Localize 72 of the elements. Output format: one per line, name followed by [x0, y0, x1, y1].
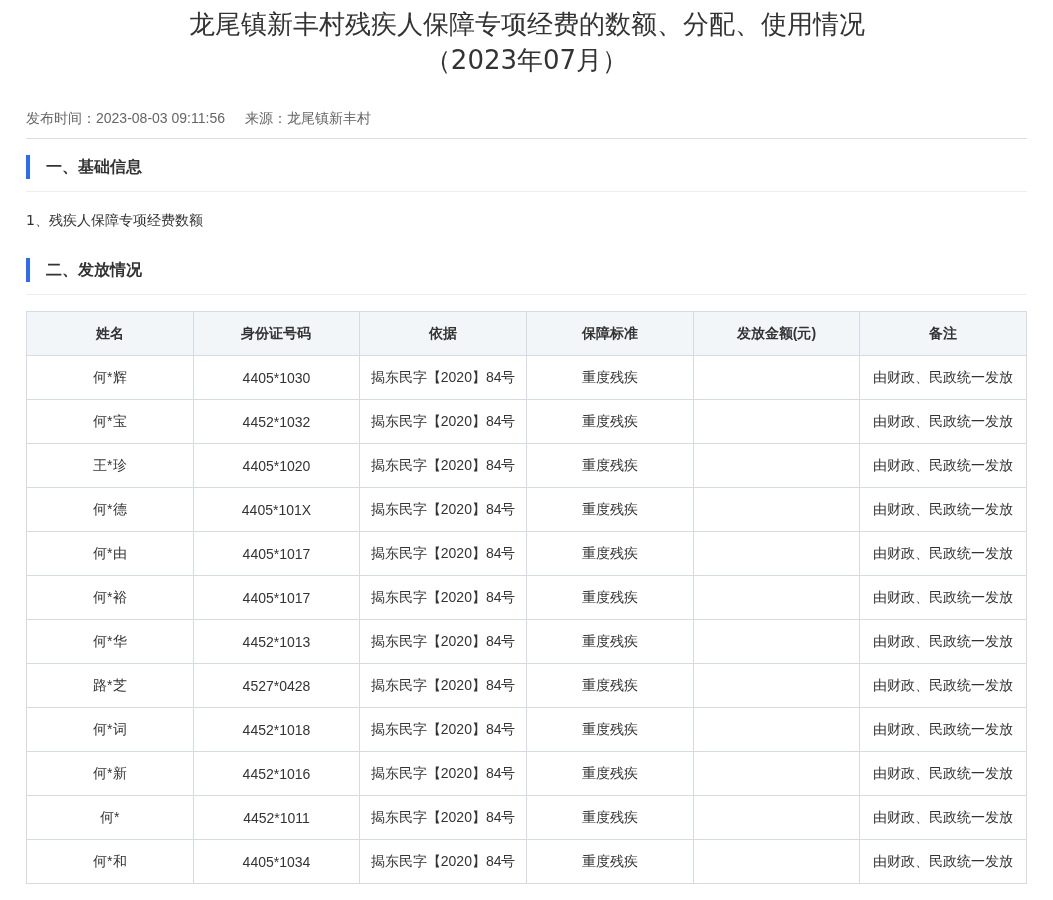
table-cell: 重度残疾 [526, 443, 694, 488]
table-cell: 何* [26, 795, 194, 840]
table-cell: 由财政、民政统一发放 [859, 839, 1027, 884]
table-cell: 由财政、民政统一发放 [859, 487, 1027, 532]
section-heading: 二、发放情况 [26, 258, 1027, 282]
table-cell: 何*和 [26, 839, 194, 884]
table-cell: 揭东民字【2020】84号 [359, 839, 527, 884]
table-cell: 揭东民字【2020】84号 [359, 443, 527, 488]
table-cell: 4405*1017 [193, 575, 360, 620]
table-cell: 揭东民字【2020】84号 [359, 575, 527, 620]
table-cell: 4405*1020 [193, 443, 360, 488]
table-cell: 揭东民字【2020】84号 [359, 399, 527, 444]
table-cell: 由财政、民政统一发放 [859, 443, 1027, 488]
column-header: 姓名 [26, 311, 194, 356]
table-cell: 何*词 [26, 707, 194, 752]
table-cell: 重度残疾 [526, 619, 694, 664]
table-cell: 由财政、民政统一发放 [859, 355, 1027, 400]
table-cell: 由财政、民政统一发放 [859, 707, 1027, 752]
table-cell: 由财政、民政统一发放 [859, 663, 1027, 708]
table-cell: 揭东民字【2020】84号 [359, 751, 527, 796]
table-cell: 路*芝 [26, 663, 194, 708]
table-cell: 何*辉 [26, 355, 194, 400]
table-cell: 重度残疾 [526, 839, 694, 884]
page-title: 龙尾镇新丰村残疾人保障专项经费的数额、分配、使用情况 （2023年07月） [187, 8, 866, 77]
table-cell: 重度残疾 [526, 663, 694, 708]
table-cell: 由财政、民政统一发放 [859, 575, 1027, 620]
table-cell: 何*由 [26, 531, 194, 576]
table-cell: 4527*0428 [193, 663, 360, 708]
table-cell: 揭东民字【2020】84号 [359, 487, 527, 532]
table-cell: 重度残疾 [526, 355, 694, 400]
source-text: 来源：龙尾镇新丰村 [244, 110, 371, 128]
table-cell: 重度残疾 [526, 399, 694, 444]
table-cell: 揭东民字【2020】84号 [359, 663, 527, 708]
table-cell: 4452*1018 [193, 707, 360, 752]
column-header: 依据 [359, 311, 527, 356]
publish-time: 发布时间：2023-08-03 09:11:56 [26, 110, 225, 128]
table-cell: 揭东民字【2020】84号 [359, 355, 527, 400]
table-cell: 王*珍 [26, 443, 194, 488]
table-cell: 重度残疾 [526, 795, 694, 840]
table-cell: 由财政、民政统一发放 [859, 531, 1027, 576]
table-cell: 重度残疾 [526, 751, 694, 796]
table-cell: 揭东民字【2020】84号 [359, 619, 527, 664]
table-cell: 由财政、民政统一发放 [859, 751, 1027, 796]
table-cell: 4452*1011 [193, 795, 360, 840]
table-cell: 重度残疾 [526, 531, 694, 576]
table-cell: 4405*101X [193, 487, 360, 532]
table-cell: 4405*1017 [193, 531, 360, 576]
table-cell: 揭东民字【2020】84号 [359, 531, 527, 576]
table-cell: 由财政、民政统一发放 [859, 619, 1027, 664]
column-header: 身份证号码 [193, 311, 360, 356]
table-cell: 4405*1030 [193, 355, 360, 400]
table-cell: 何*裕 [26, 575, 194, 620]
table-cell: 重度残疾 [526, 707, 694, 752]
table-cell: 4452*1013 [193, 619, 360, 664]
table-cell: 何*宝 [26, 399, 194, 444]
column-header: 备注 [859, 311, 1027, 356]
table-cell: 4452*1016 [193, 751, 360, 796]
section-heading: 一、基础信息 [26, 155, 1027, 179]
paragraph: 1、残疾人保障专项经费数额 [26, 211, 204, 230]
table-cell: 由财政、民政统一发放 [859, 399, 1027, 444]
table-cell: 重度残疾 [526, 575, 694, 620]
table-cell: 何*华 [26, 619, 194, 664]
table-cell: 由财政、民政统一发放 [859, 795, 1027, 840]
table-cell: 4405*1034 [193, 839, 360, 884]
table-cell: 4452*1032 [193, 399, 360, 444]
table-cell: 何*德 [26, 487, 194, 532]
table-cell: 揭东民字【2020】84号 [359, 707, 527, 752]
table-cell: 揭东民字【2020】84号 [359, 795, 527, 840]
table-cell: 何*新 [26, 751, 194, 796]
table-cell: 重度残疾 [526, 487, 694, 532]
column-header: 发放金额(元) [693, 311, 860, 356]
column-header: 保障标准 [526, 311, 694, 356]
